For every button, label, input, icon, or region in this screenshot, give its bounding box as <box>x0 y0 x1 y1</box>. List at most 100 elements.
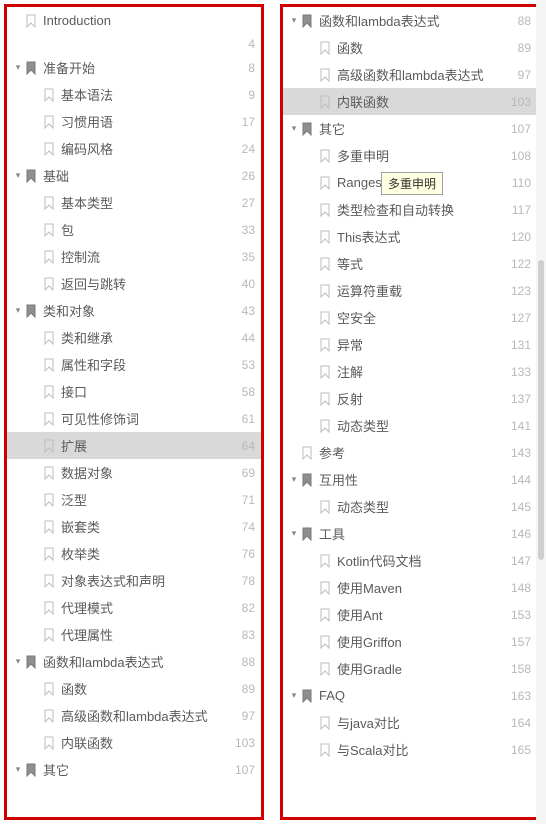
bookmark-icon <box>25 763 37 777</box>
toc-row[interactable]: ▸ 类和继承 44 <box>7 324 261 351</box>
chevron-down-icon[interactable]: ▾ <box>13 305 23 316</box>
scrollbar-thumb[interactable] <box>538 260 544 560</box>
toc-row[interactable]: ▸ 函数 89 <box>283 34 537 61</box>
toc-row[interactable]: ▸ 反射 137 <box>283 385 537 412</box>
toc-row[interactable]: ▸ 类型检查和自动转换 117 <box>283 196 537 223</box>
toc-row[interactable]: ▸ 运算符重载 123 <box>283 277 537 304</box>
toc-row[interactable]: ▸ 异常 131 <box>283 331 537 358</box>
chevron-down-icon[interactable]: ▾ <box>13 764 23 775</box>
chevron-down-icon[interactable]: ▾ <box>289 15 299 26</box>
toc-row[interactable]: ▸ 返回与跳转 40 <box>7 270 261 297</box>
toc-row[interactable]: ▸ 数据对象 69 <box>7 459 261 486</box>
toc-row[interactable]: ▸ Ranges 110 多重申明 <box>283 169 537 196</box>
toc-row[interactable]: ▸ 代理模式 82 <box>7 594 261 621</box>
toc-row[interactable]: ▸ 编码风格 24 <box>7 135 261 162</box>
toc-item-label: 准备开始 <box>43 58 240 77</box>
page-number: 133 <box>511 365 531 379</box>
toc-row[interactable]: ▸ 包 33 <box>7 216 261 243</box>
toc-row[interactable]: ▸ 高级函数和lambda表达式 97 <box>7 702 261 729</box>
chevron-down-icon[interactable]: ▾ <box>289 528 299 539</box>
toc-row[interactable]: ▸ 参考 143 <box>283 439 537 466</box>
toc-row[interactable]: ▸ 可见性修饰词 61 <box>7 405 261 432</box>
toc-panel-right: ▾ 函数和lambda表达式 88 ▸ 函数 89 ▸ 高级函数和lambda表… <box>280 4 540 820</box>
bookmark-icon <box>319 743 331 757</box>
toc-row[interactable]: ▸ Introduction <box>7 7 261 34</box>
toc-row[interactable]: ▾ 工具 146 <box>283 520 537 547</box>
toc-item-label: Introduction <box>43 13 247 28</box>
toc-item-label: 运算符重载 <box>337 281 503 300</box>
bookmark-icon <box>43 547 55 561</box>
toc-item-label: 可见性修饰词 <box>61 409 234 428</box>
toc-row[interactable]: ▸ 基本语法 9 <box>7 81 261 108</box>
chevron-down-icon[interactable]: ▾ <box>289 123 299 134</box>
toc-row[interactable]: ▸ Kotlin代码文档 147 <box>283 547 537 574</box>
page-number: 153 <box>511 608 531 622</box>
toc-row[interactable]: ▸ 函数 89 <box>7 675 261 702</box>
toc-row-pageonly: 4 <box>7 34 261 54</box>
toc-row[interactable]: ▾ FAQ 163 <box>283 682 537 709</box>
page-number: 164 <box>511 716 531 730</box>
page-number: 141 <box>511 419 531 433</box>
toc-row[interactable]: ▸ 与java对比 164 <box>283 709 537 736</box>
toc-row[interactable]: ▸ 控制流 35 <box>7 243 261 270</box>
toc-row[interactable]: ▸ 内联函数 103 <box>7 729 261 756</box>
toc-row[interactable]: ▸ 代理属性 83 <box>7 621 261 648</box>
toc-item-label: 类和对象 <box>43 301 234 320</box>
toc-row[interactable]: ▸ 嵌套类 74 <box>7 513 261 540</box>
toc-item-label: 函数和lambda表达式 <box>319 11 510 30</box>
toc-row[interactable]: ▾ 基础 26 <box>7 162 261 189</box>
toc-row[interactable]: ▸ 泛型 71 <box>7 486 261 513</box>
toc-row[interactable]: ▾ 其它 107 <box>7 756 261 783</box>
toc-row[interactable]: ▸ 基本类型 27 <box>7 189 261 216</box>
chevron-down-icon[interactable]: ▾ <box>289 690 299 701</box>
bookmark-icon <box>319 203 331 217</box>
toc-item-label: 数据对象 <box>61 463 234 482</box>
bookmark-icon <box>319 338 331 352</box>
toc-row[interactable]: ▸ 扩展 64 <box>7 432 261 459</box>
chevron-down-icon[interactable]: ▾ <box>13 656 23 667</box>
toc-row[interactable]: ▸ 使用Maven 148 <box>283 574 537 601</box>
page-number: 44 <box>242 331 255 345</box>
toc-row[interactable]: ▸ 动态类型 141 <box>283 412 537 439</box>
toc-item-label: 空安全 <box>337 308 503 327</box>
toc-item-label: 基本类型 <box>61 193 234 212</box>
toc-row[interactable]: ▸ 属性和字段 53 <box>7 351 261 378</box>
toc-row[interactable]: ▸ 空安全 127 <box>283 304 537 331</box>
toc-row[interactable]: ▸ 对象表达式和声明 78 <box>7 567 261 594</box>
toc-row[interactable]: ▸ 与Scala对比 165 <box>283 736 537 763</box>
toc-item-label: 包 <box>61 220 234 239</box>
chevron-down-icon[interactable]: ▾ <box>13 62 23 73</box>
bookmark-icon <box>43 142 55 156</box>
toc-row[interactable]: ▸ 接口 58 <box>7 378 261 405</box>
toc-row[interactable]: ▸ 高级函数和lambda表达式 97 <box>283 61 537 88</box>
bookmark-icon <box>319 68 331 82</box>
bookmark-icon <box>319 311 331 325</box>
bookmark-icon <box>43 601 55 615</box>
toc-row[interactable]: ▸ 动态类型 145 <box>283 493 537 520</box>
toc-row[interactable]: ▾ 准备开始 8 <box>7 54 261 81</box>
toc-row[interactable]: ▸ 使用Griffon 157 <box>283 628 537 655</box>
toc-item-label: 函数 <box>337 38 510 57</box>
scrollbar[interactable] <box>536 0 546 824</box>
page-number: 53 <box>242 358 255 372</box>
toc-row[interactable]: ▸ 多重申明 108 <box>283 142 537 169</box>
toc-row[interactable]: ▾ 互用性 144 <box>283 466 537 493</box>
chevron-down-icon[interactable]: ▾ <box>289 474 299 485</box>
toc-row[interactable]: ▸ 枚举类 76 <box>7 540 261 567</box>
toc-row[interactable]: ▾ 其它 107 <box>283 115 537 142</box>
toc-row[interactable]: ▸ 习惯用语 17 <box>7 108 261 135</box>
toc-row[interactable]: ▸ 使用Gradle 158 <box>283 655 537 682</box>
toc-row[interactable]: ▾ 函数和lambda表达式 88 <box>7 648 261 675</box>
toc-item-label: 嵌套类 <box>61 517 234 536</box>
toc-row[interactable]: ▸ 等式 122 <box>283 250 537 277</box>
toc-item-label: FAQ <box>319 688 503 703</box>
chevron-down-icon[interactable]: ▾ <box>13 170 23 181</box>
page-number: 137 <box>511 392 531 406</box>
toc-row[interactable]: ▸ 使用Ant 153 <box>283 601 537 628</box>
toc-row[interactable]: ▸ This表达式 120 <box>283 223 537 250</box>
toc-row[interactable]: ▾ 类和对象 43 <box>7 297 261 324</box>
toc-row[interactable]: ▸ 内联函数 103 <box>283 88 537 115</box>
toc-row[interactable]: ▸ 注解 133 <box>283 358 537 385</box>
toc-row[interactable]: ▾ 函数和lambda表达式 88 <box>283 7 537 34</box>
page-number: 108 <box>511 149 531 163</box>
